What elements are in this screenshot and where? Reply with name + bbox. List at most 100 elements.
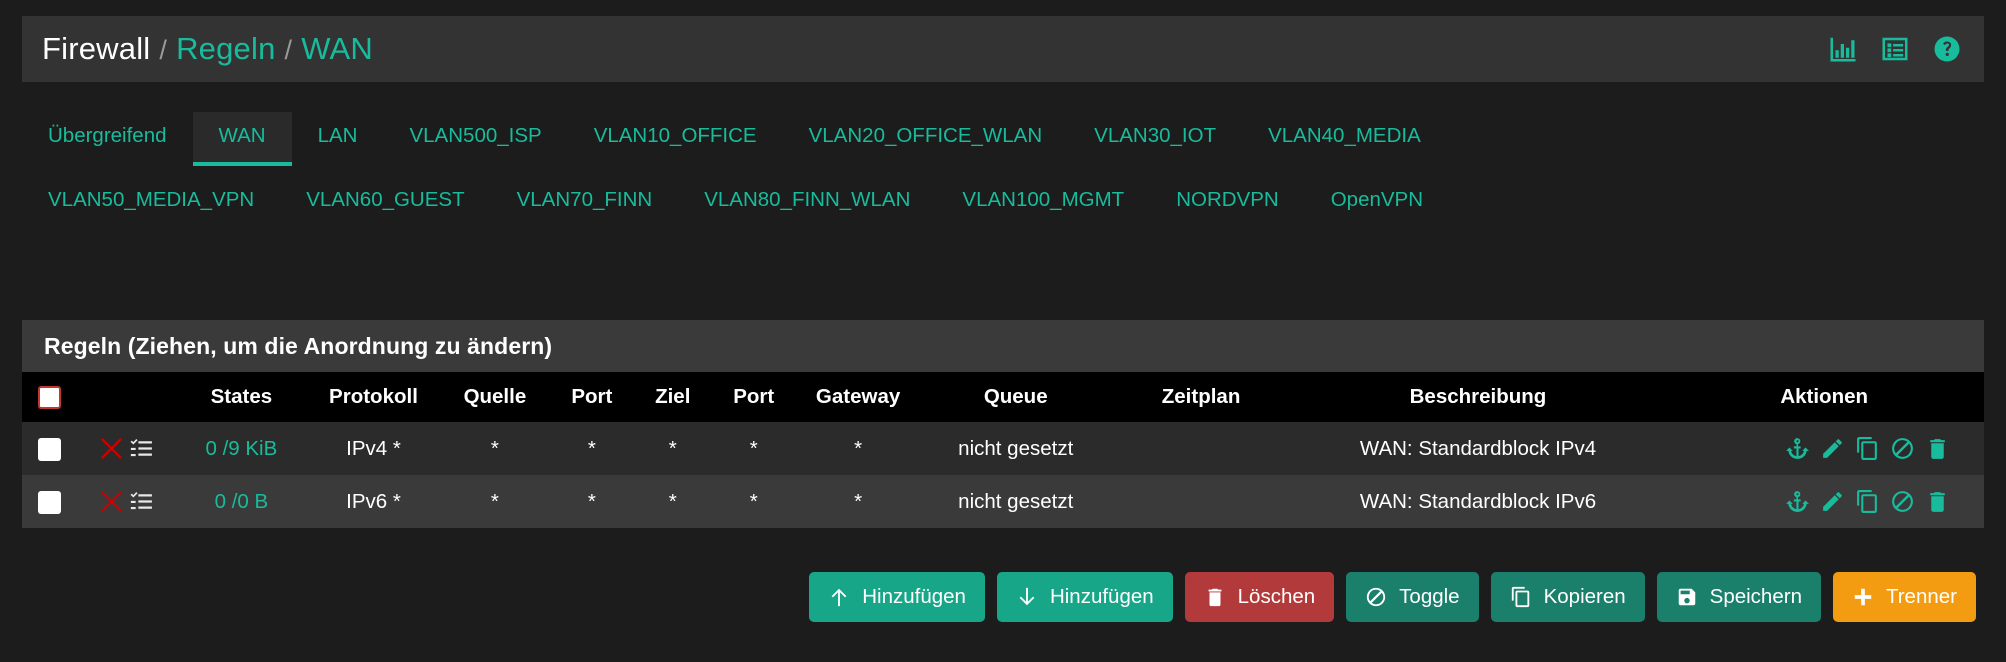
ban-icon — [1367, 587, 1386, 607]
row-quelle-port: * — [587, 489, 596, 513]
copy-icon[interactable] — [1855, 436, 1880, 461]
block-x-icon[interactable] — [99, 489, 124, 514]
edit-pencil-icon[interactable] — [1820, 489, 1845, 514]
arrow-down-icon — [1019, 587, 1035, 606]
table-row[interactable]: 0 /0 B IPv6 * * * * * * nicht gesetzt WA… — [22, 475, 1984, 528]
row-checkbox[interactable] — [38, 437, 62, 461]
row-ziel-port: * — [749, 489, 758, 513]
row-states[interactable]: 0 /0 B — [175, 475, 307, 528]
firewall-rules-page: Firewall / Regeln / WAN Übergreifend WAN… — [0, 0, 2006, 662]
tab-vlan80-finn-wlan[interactable]: VLAN80_FINN_WLAN — [678, 176, 936, 230]
copy-icon[interactable] — [1855, 489, 1880, 514]
row-aktionen — [1664, 475, 1984, 528]
header-gateway[interactable]: Gateway — [795, 372, 921, 422]
separator-button[interactable]: Trenner — [1832, 572, 1976, 622]
states-list-icon[interactable] — [129, 436, 154, 461]
plus-icon — [1854, 588, 1872, 606]
header-ziel-port[interactable]: Port — [712, 372, 795, 422]
disable-ban-icon[interactable] — [1890, 489, 1915, 514]
breadcrumb-current-wan[interactable]: WAN — [301, 31, 373, 67]
delete-trash-icon[interactable] — [1925, 436, 1950, 461]
tab-vlan30-iot[interactable]: VLAN30_IOT — [1068, 112, 1242, 166]
tab-uebergreifend[interactable]: Übergreifend — [22, 112, 193, 166]
add-rule-top-button[interactable]: Hinzufügen — [809, 572, 985, 622]
row-ziel-port: * — [749, 436, 758, 460]
row-beschreibung: WAN: Standardblock IPv4 — [1359, 436, 1597, 460]
tab-vlan100-mgmt[interactable]: VLAN100_MGMT — [936, 176, 1150, 230]
row-quelle: * — [490, 489, 499, 513]
header-quelle-port[interactable]: Port — [550, 372, 633, 422]
row-queue: nicht gesetzt — [958, 489, 1074, 513]
copy-button[interactable]: Kopieren — [1490, 572, 1645, 622]
trash-icon — [1208, 588, 1222, 607]
save-button[interactable]: Speichern — [1656, 572, 1821, 622]
separator-label: Trenner — [1885, 585, 1957, 608]
row-gateway: * — [854, 489, 863, 513]
arrow-up-icon — [831, 588, 847, 607]
tab-lan[interactable]: LAN — [292, 112, 384, 166]
tab-nordvpn[interactable]: NORDVPN — [1150, 176, 1305, 230]
row-status-cell — [77, 422, 175, 475]
breadcrumb: Firewall / Regeln / WAN — [42, 31, 373, 67]
tab-vlan500-isp[interactable]: VLAN500_ISP — [383, 112, 567, 166]
header-protokoll[interactable]: Protokoll — [307, 372, 439, 422]
row-zeitplan — [1111, 475, 1292, 528]
states-list-icon[interactable] — [129, 489, 154, 514]
copy-label: Kopieren — [1543, 585, 1626, 608]
rules-table-body: 0 /9 KiB IPv4 * * * * * * nicht gesetzt … — [22, 422, 1984, 528]
tab-vlan60-guest[interactable]: VLAN60_GUEST — [280, 176, 490, 230]
tab-vlan40-media[interactable]: VLAN40_MEDIA — [1242, 112, 1447, 166]
breadcrumb-separator-1: / — [159, 35, 168, 65]
row-quelle-port: * — [587, 436, 596, 460]
disable-ban-icon[interactable] — [1890, 436, 1915, 461]
interface-tabs: Übergreifend WAN LAN VLAN500_ISP VLAN10_… — [22, 112, 1984, 229]
rules-table-header: States Protokoll Quelle Port Ziel Port G… — [22, 372, 1984, 422]
header-icon-group — [1828, 34, 1962, 64]
rules-panel: Regeln (Ziehen, um die Anordnung zu ände… — [22, 320, 1984, 528]
header-states[interactable]: States — [175, 372, 307, 422]
select-all-checkbox[interactable] — [38, 386, 62, 410]
help-circle-icon[interactable] — [1932, 34, 1962, 64]
row-checkbox[interactable] — [38, 490, 62, 514]
header-queue[interactable]: Queue — [921, 372, 1111, 422]
row-ziel: * — [668, 489, 677, 513]
block-x-icon[interactable] — [99, 436, 124, 461]
breadcrumb-root: Firewall — [42, 31, 151, 66]
select-all-header — [22, 372, 77, 422]
states-value: 0 /9 KiB — [205, 436, 278, 460]
breadcrumb-link-regeln[interactable]: Regeln — [176, 31, 275, 67]
tab-vlan10-office[interactable]: VLAN10_OFFICE — [568, 112, 783, 166]
row-zeitplan — [1111, 422, 1292, 475]
tab-vlan50-media-vpn[interactable]: VLAN50_MEDIA_VPN — [22, 176, 280, 230]
row-select-cell — [22, 422, 77, 475]
tab-wan[interactable]: WAN — [192, 112, 292, 166]
row-states[interactable]: 0 /9 KiB — [175, 422, 307, 475]
action-button-bar: Hinzufügen Hinzufügen Löschen Toggle Kop… — [22, 572, 1984, 622]
save-label: Speichern — [1709, 585, 1802, 608]
delete-button[interactable]: Löschen — [1184, 572, 1335, 622]
tab-openvpn[interactable]: OpenVPN — [1305, 176, 1449, 230]
table-row[interactable]: 0 /9 KiB IPv4 * * * * * * nicht gesetzt … — [22, 422, 1984, 475]
toggle-button[interactable]: Toggle — [1346, 572, 1479, 622]
header-row: States Protokoll Quelle Port Ziel Port G… — [22, 372, 1984, 422]
status-icons-header — [77, 372, 175, 422]
header-quelle[interactable]: Quelle — [440, 372, 551, 422]
tab-vlan70-finn[interactable]: VLAN70_FINN — [491, 176, 679, 230]
chart-bar-icon[interactable] — [1828, 34, 1858, 64]
row-protokoll: IPv6 * — [346, 489, 401, 513]
header-zeitplan[interactable]: Zeitplan — [1111, 372, 1292, 422]
row-status-cell — [77, 475, 175, 528]
breadcrumb-separator-2: / — [284, 35, 293, 65]
row-select-cell — [22, 475, 77, 528]
anchor-icon[interactable] — [1785, 489, 1810, 514]
tab-row-2: VLAN50_MEDIA_VPN VLAN60_GUEST VLAN70_FIN… — [22, 176, 1984, 230]
header-ziel[interactable]: Ziel — [633, 372, 712, 422]
add-rule-bottom-button[interactable]: Hinzufügen — [996, 572, 1173, 622]
table-list-icon[interactable] — [1880, 34, 1910, 64]
header-aktionen: Aktionen — [1780, 385, 1869, 408]
tab-vlan20-office-wlan[interactable]: VLAN20_OFFICE_WLAN — [783, 112, 1069, 166]
anchor-icon[interactable] — [1785, 436, 1810, 461]
header-beschreibung[interactable]: Beschreibung — [1292, 372, 1665, 422]
delete-trash-icon[interactable] — [1925, 489, 1950, 514]
edit-pencil-icon[interactable] — [1820, 436, 1845, 461]
